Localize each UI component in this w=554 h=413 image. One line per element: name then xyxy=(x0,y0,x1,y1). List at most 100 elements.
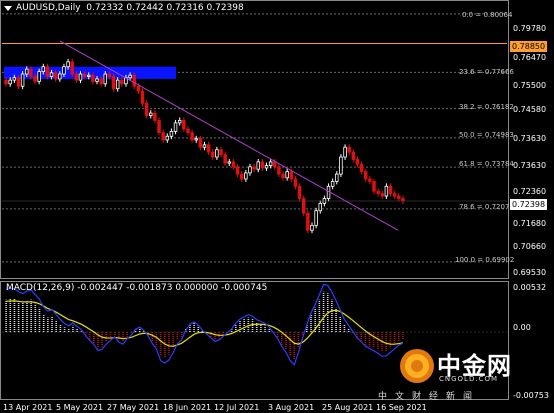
candle-body xyxy=(306,212,310,231)
candle-body xyxy=(281,173,285,179)
candle-body xyxy=(198,138,203,148)
candle-body xyxy=(359,163,364,173)
fib-label: 23.6 = 0.77666 xyxy=(459,68,514,76)
date-tick: 16 Sep 2021 xyxy=(376,403,427,412)
candle-body xyxy=(58,73,62,80)
candle-body xyxy=(149,112,153,116)
fib-label: 50.0 = 0.74983 xyxy=(459,131,514,139)
trend-line xyxy=(59,40,399,231)
candle-body xyxy=(82,73,87,77)
candle-body xyxy=(239,173,244,180)
candle-body xyxy=(37,71,41,82)
candle-body xyxy=(66,61,70,68)
candle-body xyxy=(153,112,157,121)
ohlc-values: 0.72332 0.72442 0.72316 0.72398 xyxy=(86,3,244,13)
fib-label: 61.8 = 0.73784 xyxy=(459,160,514,168)
candle-body xyxy=(343,146,347,158)
symbol-dropdown-icon[interactable] xyxy=(4,6,12,11)
price-tick: 0.74580 xyxy=(513,105,547,114)
candle-body xyxy=(384,185,389,197)
candle-body xyxy=(347,146,351,153)
candle-body xyxy=(120,79,124,85)
price-tick: 0.71680 xyxy=(513,219,547,228)
candle-body xyxy=(273,161,277,168)
candle-body xyxy=(256,161,260,170)
macd-main-line xyxy=(5,283,404,366)
candle-body xyxy=(392,193,397,197)
candle-body xyxy=(33,76,37,82)
candle-body xyxy=(372,181,376,192)
cngold-logo-icon xyxy=(400,349,434,383)
candle-body xyxy=(244,172,248,180)
candle-body xyxy=(62,66,66,75)
candle-body xyxy=(363,171,368,180)
candle-body xyxy=(231,161,236,168)
macd-header: MACD(12,26,9) -0.002447 -0.001873 0.0000… xyxy=(6,283,268,293)
price-tick: 0.76470 xyxy=(513,53,547,62)
chart-window: { "header": { "symbol": "AUDUSD,Daily", … xyxy=(0,0,554,413)
brand-tagline: 中文财经新闻 xyxy=(378,392,481,402)
candle-body xyxy=(111,76,116,90)
candle-body xyxy=(194,138,198,141)
date-tick: 5 May 2021 xyxy=(56,403,104,412)
candle-body xyxy=(355,159,360,165)
candle-body xyxy=(128,74,132,79)
candle-body xyxy=(268,161,273,166)
candle-body xyxy=(339,156,343,175)
candle-body xyxy=(235,166,240,175)
candle-body xyxy=(103,73,108,85)
candle-body xyxy=(206,144,211,153)
candle-body xyxy=(49,72,54,77)
candle-body xyxy=(219,149,223,155)
candle-body xyxy=(388,185,393,195)
candle-body xyxy=(115,79,120,90)
candle-body xyxy=(45,66,50,77)
price-plot xyxy=(2,13,507,263)
candle-body xyxy=(318,202,322,212)
candle-body xyxy=(78,73,83,81)
candle-body xyxy=(289,171,294,180)
candle-body xyxy=(41,66,46,72)
candle-body xyxy=(87,74,91,77)
candle-body xyxy=(260,161,265,169)
candle-body xyxy=(132,74,136,87)
candle-body xyxy=(136,85,141,92)
candle-body xyxy=(310,224,314,231)
candle-body xyxy=(169,130,174,137)
candle-body xyxy=(293,178,298,187)
chart-header: AUDUSD,Daily 0.72332 0.72442 0.72316 0.7… xyxy=(16,3,244,13)
fib-label: 78.6 = 0.72077 xyxy=(459,203,514,211)
candle-body xyxy=(91,74,95,82)
candle-body xyxy=(227,161,232,164)
candle-body xyxy=(8,79,12,85)
candle-body xyxy=(107,73,112,77)
candle-body xyxy=(157,120,161,134)
candle-body xyxy=(182,120,186,130)
price-tick: 0.75500 xyxy=(513,81,547,90)
candle-body xyxy=(12,77,17,81)
candle-body xyxy=(368,178,372,182)
candle-body xyxy=(277,166,281,175)
last-price-tag: 0.72398 xyxy=(510,199,548,210)
date-tick: 3 Aug 2021 xyxy=(268,403,315,412)
candle-body xyxy=(16,77,21,87)
macd-tick: 0.00532 xyxy=(513,283,547,292)
candle-body xyxy=(285,171,289,179)
date-tick: 27 May 2021 xyxy=(107,403,160,412)
candle-body xyxy=(140,90,145,104)
candle-body xyxy=(4,79,8,85)
fib-label: 100.0 = 0.69902 xyxy=(455,256,515,264)
price-tick: 0.73630 xyxy=(513,161,547,170)
candle-body xyxy=(74,73,79,81)
candle-body xyxy=(24,68,29,75)
candle-body xyxy=(380,193,385,197)
price-tick: 0.72360 xyxy=(513,187,547,196)
candle-body xyxy=(264,165,269,169)
date-tick: 25 Aug 2021 xyxy=(322,403,374,412)
candle-body xyxy=(161,132,165,141)
candle-body xyxy=(314,210,318,226)
candle-body xyxy=(70,61,74,75)
candle-body xyxy=(186,128,190,134)
candle-body xyxy=(202,144,207,148)
macd-tick: 0.00 xyxy=(513,323,531,332)
